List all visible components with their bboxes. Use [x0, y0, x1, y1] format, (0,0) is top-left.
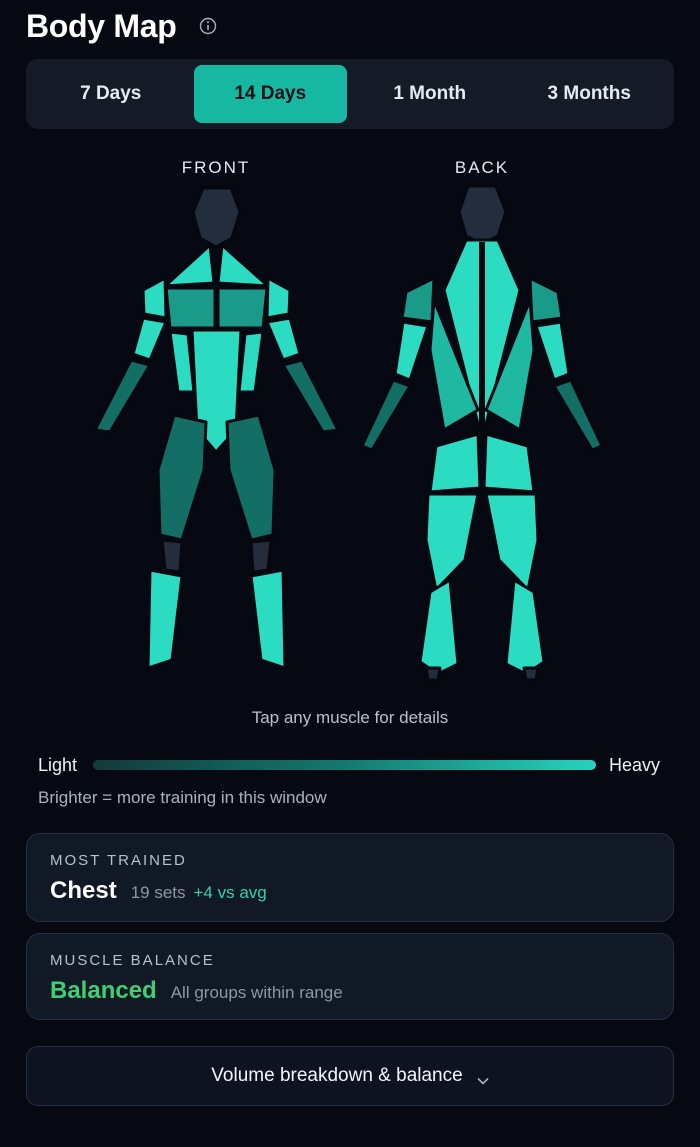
- most-trained-card[interactable]: MOST TRAINED Chest 19 sets +4 vs avg: [26, 833, 674, 922]
- most-trained-sets: 19 sets: [130, 883, 186, 902]
- muscle-balance-detail: All groups within range: [170, 983, 343, 1002]
- muscle-balance-status: Balanced: [50, 977, 157, 1004]
- back-forearm-left[interactable]: [360, 378, 412, 452]
- header: Body Map: [26, 4, 217, 48]
- info-icon[interactable]: [199, 17, 217, 35]
- back-glute-right[interactable]: [482, 432, 536, 494]
- chevron-down-icon: [477, 1072, 489, 1085]
- most-trained-label: MOST TRAINED: [50, 852, 187, 869]
- most-trained-delta: +4 vs avg: [193, 883, 267, 902]
- front-shoulder-left[interactable]: [141, 276, 168, 320]
- back-rear-delt-right[interactable]: [528, 276, 564, 324]
- back-hamstring-left[interactable]: [424, 492, 480, 592]
- muscle-balance-label: MUSCLE BALANCE: [50, 952, 215, 969]
- front-forearm-left[interactable]: [93, 358, 152, 434]
- muscle-balance-row: Balanced All groups within range: [50, 977, 650, 1005]
- front-quad-right[interactable]: [225, 413, 277, 542]
- back-tricep-left[interactable]: [393, 320, 430, 382]
- front-oblique-left[interactable]: [168, 330, 196, 394]
- back-hamstring-right[interactable]: [484, 492, 540, 592]
- front-bicep-right[interactable]: [265, 316, 302, 362]
- intensity-gradient-bar: [93, 760, 596, 770]
- back-figure: [360, 184, 604, 682]
- volume-breakdown-button[interactable]: Volume breakdown & balance: [26, 1046, 674, 1106]
- front-label: FRONT: [181, 158, 251, 177]
- back-head: [457, 184, 508, 246]
- front-head: [191, 186, 242, 249]
- front-trap-left[interactable]: [163, 243, 216, 288]
- tab-14-days[interactable]: 14 Days: [193, 65, 347, 123]
- front-forearm-right[interactable]: [281, 358, 340, 434]
- back-calf-left[interactable]: [418, 578, 460, 676]
- volume-breakdown-label: Volume breakdown & balance: [211, 1065, 463, 1086]
- tab-1-month[interactable]: 1 Month: [353, 65, 507, 123]
- most-trained-muscle: Chest: [50, 877, 117, 904]
- back-rear-delt-left[interactable]: [400, 276, 436, 324]
- tap-hint: Tap any muscle for details: [251, 708, 449, 727]
- back-calf-right[interactable]: [504, 578, 546, 676]
- front-chest-left[interactable]: [164, 286, 217, 330]
- legend-note: Brighter = more training in this window: [38, 788, 327, 807]
- front-quad-left[interactable]: [156, 413, 208, 542]
- legend-light-label: Light: [38, 755, 78, 775]
- tab-7-days[interactable]: 7 Days: [34, 65, 188, 123]
- front-bicep-left[interactable]: [131, 316, 168, 362]
- time-range-tabs: 7 Days 14 Days 1 Month 3 Months: [26, 59, 674, 129]
- back-label: BACK: [454, 158, 510, 177]
- back-heel-right: [522, 666, 540, 682]
- legend-heavy-label: Heavy: [609, 755, 661, 775]
- body-map: FRONT BACK: [0, 140, 700, 700]
- tab-3-months[interactable]: 3 Months: [513, 65, 667, 123]
- front-trap-right[interactable]: [216, 243, 270, 288]
- page-title: Body Map: [26, 7, 177, 44]
- body-figures: [93, 184, 604, 682]
- back-tricep-right[interactable]: [534, 320, 571, 382]
- back-forearm-right[interactable]: [552, 378, 604, 452]
- back-glute-left[interactable]: [428, 432, 482, 494]
- muscle-balance-card[interactable]: MUSCLE BALANCE Balanced All groups withi…: [26, 933, 674, 1020]
- front-oblique-right[interactable]: [237, 330, 265, 394]
- most-trained-row: Chest 19 sets +4 vs avg: [50, 877, 650, 905]
- back-heel-left: [424, 666, 442, 682]
- front-figure: [93, 186, 340, 670]
- front-knee-left[interactable]: [160, 538, 184, 574]
- front-shoulder-right[interactable]: [265, 276, 292, 320]
- front-shin-right[interactable]: [249, 568, 287, 670]
- front-knee-right[interactable]: [249, 538, 273, 574]
- front-shin-left[interactable]: [146, 568, 184, 670]
- front-chest-right[interactable]: [216, 286, 269, 330]
